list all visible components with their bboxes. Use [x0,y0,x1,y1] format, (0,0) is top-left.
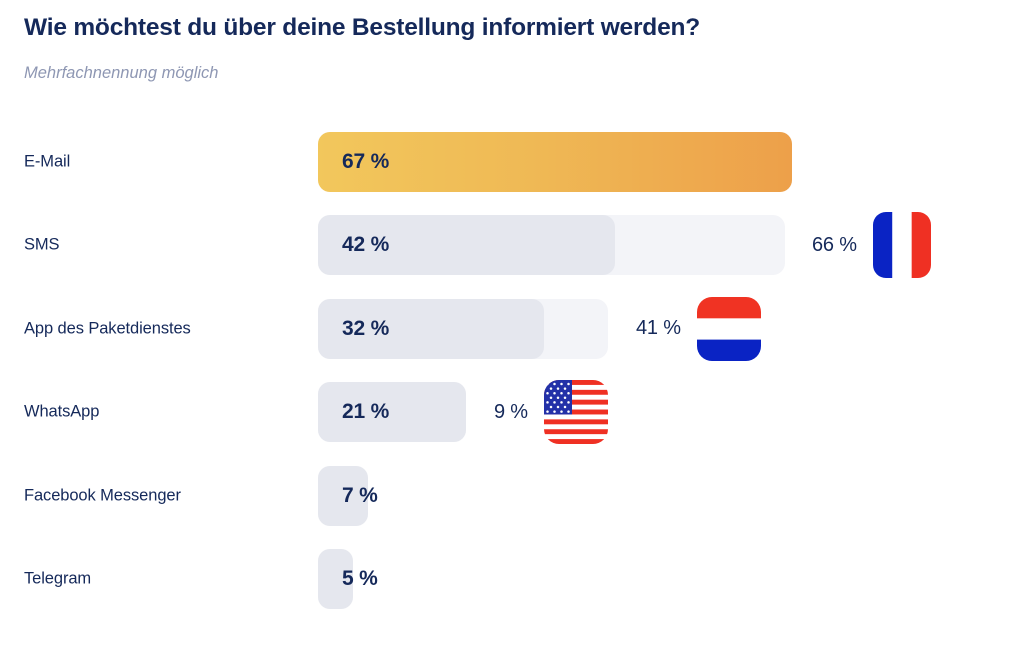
bar-row-whatsapp: WhatsApp 21 % 9 % [0,371,1024,455]
comparison-value-sms: 66 % [812,233,857,256]
bar-value-whatsapp: 21 % [342,400,390,424]
chart-subtitle: Mehrfachnennung möglich [24,64,219,82]
netherlands-flag-icon [696,296,761,361]
bar-row-facebook-messenger: Facebook Messenger 7 % [0,454,1024,538]
comparison-value-whatsapp: 9 % [494,400,528,423]
bar-value-facebook-messenger: 7 % [342,483,378,507]
comparison-whatsapp: 9 % [494,380,608,445]
bar-row-sms: SMS 42 % 66 % [0,204,1024,288]
bar-fill-whatsapp [318,382,466,443]
comparison-sms: 66 % [812,212,931,279]
bar-chart-plot: E-Mail 67 % SMS 42 % 66 % App des Paketd… [0,120,1024,640]
bar-row-telegram: Telegram 5 % [0,538,1024,622]
category-label-sms: SMS [24,235,60,254]
category-label-app-des-paketdienstes: App des Paketdienstes [24,319,191,338]
page-title: Wie möchtest du über deine Bestellung in… [24,14,701,41]
category-label-whatsapp: WhatsApp [24,402,100,421]
category-label-e-mail: E-Mail [24,152,71,171]
chart-canvas: Wie möchtest du über deine Bestellung in… [0,0,1024,651]
bar-value-sms: 42 % [342,233,390,257]
bar-value-e-mail: 67 % [342,149,390,173]
usa-flag-icon [543,380,608,445]
bar-fill-e-mail [318,131,792,192]
bar-row-e-mail: E-Mail 67 % [0,120,1024,204]
comparison-app-des-paketdienstes: 41 % [636,296,761,361]
france-flag-icon [872,212,931,279]
bar-row-app-des-paketdienstes: App des Paketdienstes 32 % 41 % [0,287,1024,371]
bar-value-telegram: 5 % [342,567,378,591]
category-label-facebook-messenger: Facebook Messenger [24,486,181,505]
comparison-value-app-des-paketdienstes: 41 % [636,317,681,340]
category-label-telegram: Telegram [24,569,92,588]
bar-value-app-des-paketdienstes: 32 % [342,316,390,340]
